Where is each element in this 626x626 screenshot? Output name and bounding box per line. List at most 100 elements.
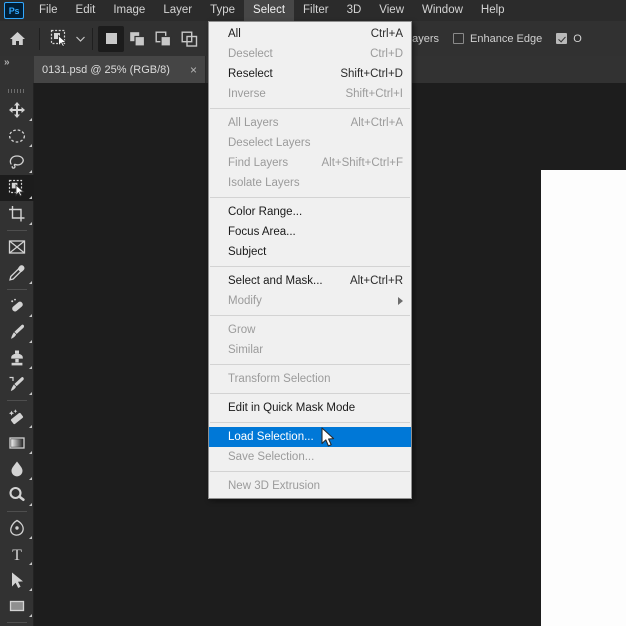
eyedropper-tool[interactable] [0, 260, 34, 286]
menu-item-label: Reselect [228, 68, 273, 80]
blur-tool[interactable] [0, 456, 34, 482]
menu-type[interactable]: Type [201, 0, 244, 21]
menu-edit[interactable]: Edit [67, 0, 105, 21]
menu-item-modify[interactable]: Modify [209, 291, 411, 311]
tool-flyout-triangle-icon[interactable] [29, 562, 32, 565]
tools-panel: T [0, 83, 34, 626]
history-brush-icon [8, 375, 26, 393]
tool-flyout-triangle-icon[interactable] [29, 314, 32, 317]
quick-selection-tool-icon[interactable] [45, 26, 73, 52]
home-icon[interactable] [0, 21, 34, 56]
brush-tool[interactable] [0, 319, 34, 345]
tool-preset-chevron-down-icon[interactable] [73, 26, 87, 52]
tool-flyout-triangle-icon[interactable] [29, 196, 32, 199]
path-selection-tool[interactable] [0, 567, 34, 593]
eraser-tool[interactable] [0, 404, 34, 430]
menu-item-similar[interactable]: Similar [209, 340, 411, 360]
menu-item-save-selection[interactable]: Save Selection... [209, 447, 411, 467]
tool-flyout-triangle-icon[interactable] [29, 614, 32, 617]
checkbox-enhance-edge[interactable]: Enhance Edge [453, 33, 542, 45]
tool-flyout-triangle-icon[interactable] [29, 340, 32, 343]
subtract-from-selection-mode-button[interactable] [150, 26, 176, 52]
clone-stamp-tool[interactable] [0, 345, 34, 371]
toolbar-divider [6, 511, 27, 512]
menu-item-inverse[interactable]: Inverse Shift+Ctrl+I [209, 84, 411, 104]
menu-separator [210, 393, 410, 394]
menu-view[interactable]: View [370, 0, 413, 21]
tool-flyout-triangle-icon[interactable] [29, 425, 32, 428]
dodge-tool[interactable] [0, 482, 34, 508]
menu-item-deselect[interactable]: Deselect Ctrl+D [209, 44, 411, 64]
gradient-tool[interactable] [0, 430, 34, 456]
menu-separator [210, 471, 410, 472]
menu-3d[interactable]: 3D [338, 0, 371, 21]
close-icon[interactable]: × [186, 64, 197, 76]
tool-flyout-triangle-icon[interactable] [29, 144, 32, 147]
menu-item-label: Focus Area... [228, 226, 296, 238]
menu-item-find-layers[interactable]: Find Layers Alt+Shift+Ctrl+F [209, 153, 411, 173]
menu-layer[interactable]: Layer [154, 0, 201, 21]
type-tool[interactable]: T [0, 541, 34, 567]
checkbox-box-icon[interactable] [453, 33, 465, 44]
spot-healing-brush-tool[interactable] [0, 293, 34, 319]
tool-flyout-triangle-icon[interactable] [29, 170, 32, 173]
menu-item-isolate-layers[interactable]: Isolate Layers [209, 173, 411, 193]
tool-flyout-triangle-icon[interactable] [29, 451, 32, 454]
rectangle-tool[interactable] [0, 593, 34, 619]
chevron-double-right-icon[interactable]: » [0, 56, 34, 83]
tool-flyout-triangle-icon[interactable] [29, 281, 32, 284]
document-canvas[interactable] [541, 170, 626, 626]
frame-tool[interactable] [0, 234, 34, 260]
menu-item-label: Similar [228, 344, 264, 356]
menu-item-subject[interactable]: Subject [209, 242, 411, 262]
menu-item-transform-selection[interactable]: Transform Selection [209, 369, 411, 389]
toolbar-divider [6, 622, 27, 623]
menu-item-reselect[interactable]: Reselect Shift+Ctrl+D [209, 64, 411, 84]
menu-item-edit-in-quick-mask-mode[interactable]: Edit in Quick Mask Mode [209, 398, 411, 418]
elliptical-marquee-tool[interactable] [0, 123, 34, 149]
menu-window[interactable]: Window [413, 0, 472, 21]
menu-item-label: Save Selection... [228, 451, 315, 463]
menu-item-select-and-mask[interactable]: Select and Mask... Alt+Ctrl+R [209, 271, 411, 291]
tool-flyout-triangle-icon[interactable] [29, 588, 32, 591]
crop-tool[interactable] [0, 201, 34, 227]
menu-item-all[interactable]: All Ctrl+A [209, 24, 411, 44]
menu-help[interactable]: Help [472, 0, 514, 21]
tool-flyout-triangle-icon[interactable] [29, 503, 32, 506]
menu-item-focus-area[interactable]: Focus Area... [209, 222, 411, 242]
checkbox-box-icon[interactable] [556, 33, 568, 44]
tool-flyout-triangle-icon[interactable] [29, 536, 32, 539]
tool-flyout-triangle-icon[interactable] [29, 118, 32, 121]
menu-item-load-selection[interactable]: Load Selection... [209, 427, 411, 447]
menu-item-new-3d-extrusion[interactable]: New 3D Extrusion [209, 476, 411, 496]
pen-tool[interactable] [0, 515, 34, 541]
menu-select[interactable]: Select [244, 0, 295, 21]
menu-item-all-layers[interactable]: All Layers Alt+Ctrl+A [209, 113, 411, 133]
tool-flyout-triangle-icon[interactable] [29, 392, 32, 395]
intersect-with-selection-mode-button[interactable] [176, 26, 202, 52]
ellipse-marquee-icon [8, 127, 26, 145]
history-brush-tool[interactable] [0, 371, 34, 397]
menu-file[interactable]: File [30, 0, 67, 21]
new-selection-mode-button[interactable] [98, 25, 124, 52]
checkbox-o[interactable]: O [556, 33, 582, 45]
submenu-arrow-icon[interactable] [398, 297, 403, 305]
menu-item-label: Subject [228, 246, 267, 258]
document-tab[interactable]: 0131.psd @ 25% (RGB/8) × [34, 56, 206, 83]
menu-filter[interactable]: Filter [294, 0, 338, 21]
menu-image[interactable]: Image [104, 0, 154, 21]
tool-flyout-triangle-icon[interactable] [29, 222, 32, 225]
menu-item-grow[interactable]: Grow [209, 320, 411, 340]
menu-bar: Ps File Edit Image Layer Type Select Filter 3D V… [0, 0, 626, 21]
move-tool[interactable] [0, 97, 34, 123]
menu-item-label: Select and Mask... [228, 275, 323, 287]
menu-item-deselect-layers[interactable]: Deselect Layers [209, 133, 411, 153]
tool-flyout-triangle-icon[interactable] [29, 477, 32, 480]
add-to-selection-mode-button[interactable] [124, 26, 150, 52]
lasso-tool[interactable] [0, 149, 34, 175]
quick-selection-tool[interactable] [0, 175, 34, 201]
clone-stamp-icon [8, 349, 26, 367]
drag-handle-icon[interactable] [0, 83, 33, 97]
menu-item-color-range[interactable]: Color Range... [209, 202, 411, 222]
tool-flyout-triangle-icon[interactable] [29, 366, 32, 369]
